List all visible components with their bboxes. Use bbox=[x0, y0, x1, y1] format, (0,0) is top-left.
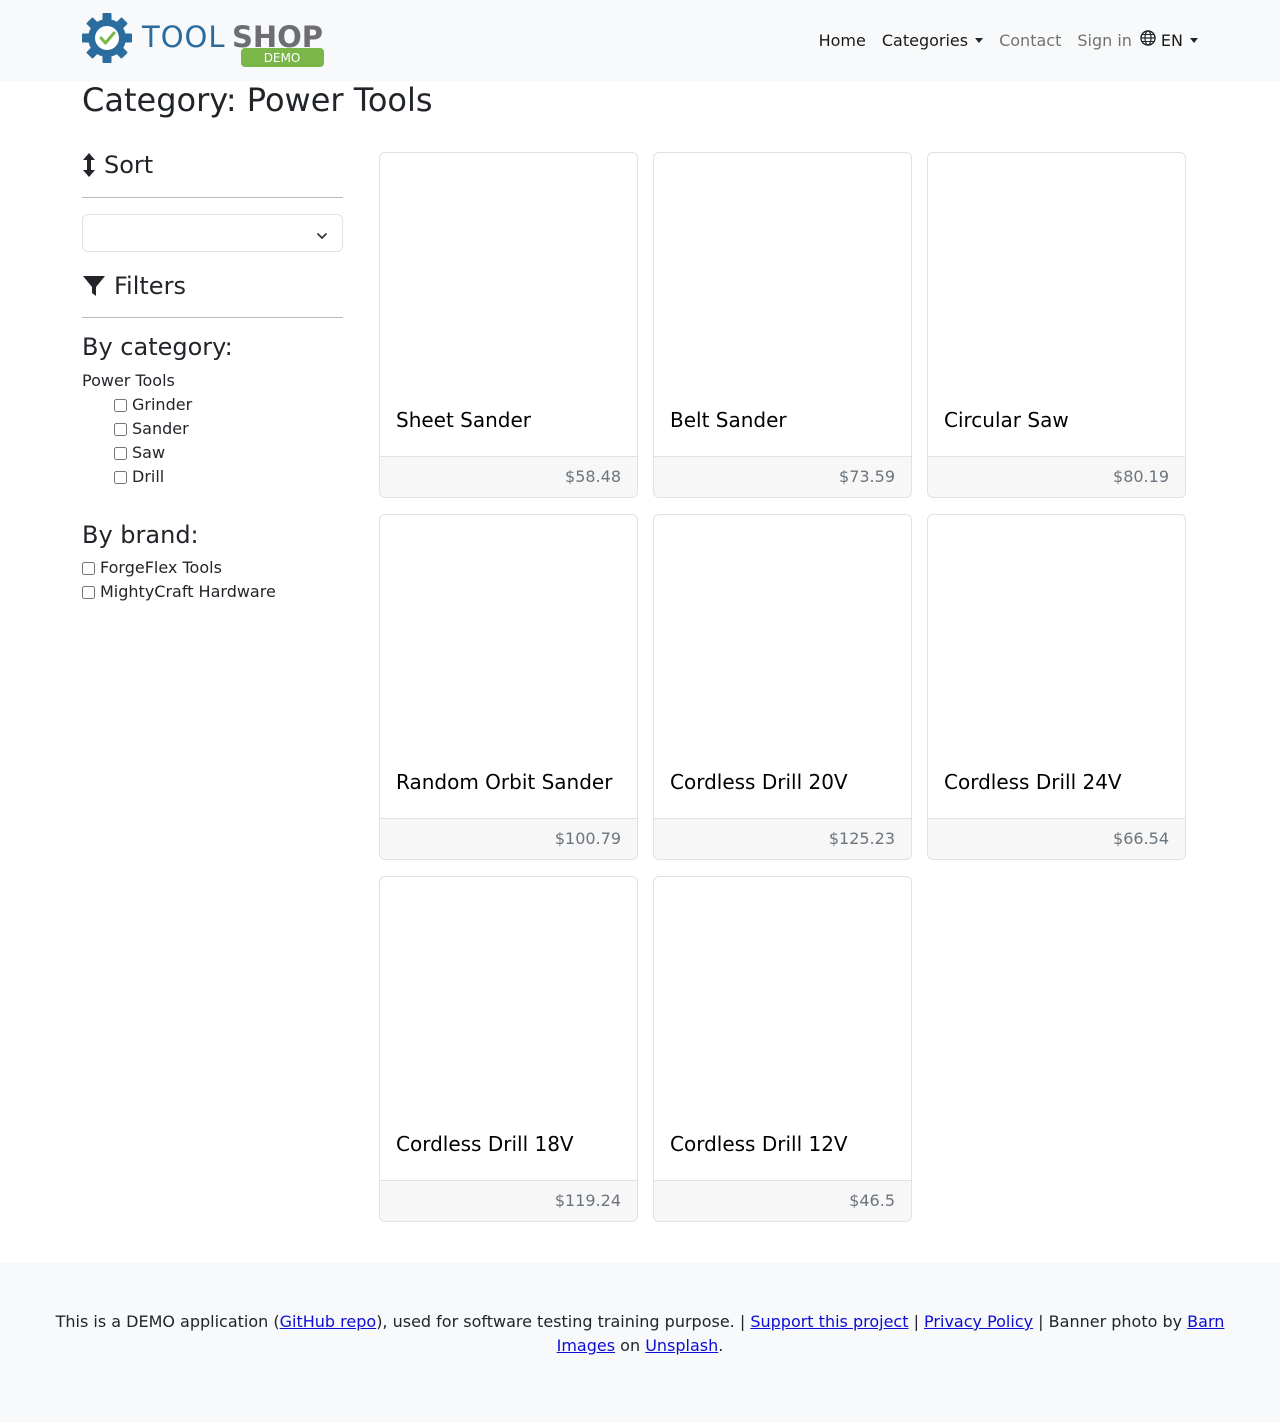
svg-text:DEMO: DEMO bbox=[264, 51, 301, 65]
support-project-link[interactable]: Support this project bbox=[750, 1312, 908, 1331]
main-nav: Home Categories Contact Sign in EN bbox=[803, 30, 1198, 50]
footer-text-segment: on bbox=[615, 1336, 646, 1355]
brand-checkbox[interactable] bbox=[82, 585, 95, 599]
footer: This is a DEMO application (GitHub repo)… bbox=[0, 1263, 1280, 1423]
product-price: $80.19 bbox=[928, 456, 1185, 497]
product-name: Circular Saw bbox=[944, 408, 1069, 432]
footer-text: This is a DEMO application (GitHub repo)… bbox=[40, 1310, 1240, 1358]
divider bbox=[82, 317, 343, 318]
sort-heading: Sort bbox=[82, 145, 343, 185]
product-card[interactable]: Cordless Drill 20V $125.23 bbox=[653, 514, 912, 860]
nav-sign-in-link[interactable]: Sign in bbox=[1077, 31, 1132, 50]
footer-text-segment: . bbox=[718, 1336, 724, 1355]
caret-down-icon bbox=[1190, 37, 1198, 43]
product-card[interactable]: Random Orbit Sander $100.79 bbox=[379, 514, 638, 860]
caret-down-icon bbox=[975, 37, 984, 43]
category-filter-label: Saw bbox=[132, 443, 166, 462]
product-card[interactable]: Cordless Drill 18V $119.24 bbox=[379, 876, 638, 1222]
brand-filter-label: ForgeFlex Tools bbox=[100, 558, 222, 577]
product-image bbox=[928, 515, 1185, 755]
page-title: Category: Power Tools bbox=[82, 81, 433, 119]
footer-text-segment: This is a DEMO application ( bbox=[55, 1312, 280, 1331]
product-image bbox=[928, 153, 1185, 393]
sort-arrows-icon bbox=[82, 152, 96, 178]
category-filter-saw[interactable]: Saw bbox=[82, 441, 343, 465]
category-filter-sander[interactable]: Sander bbox=[82, 417, 343, 441]
brand-filter-label: MightyCraft Hardware bbox=[100, 582, 276, 601]
category-checkbox[interactable] bbox=[114, 398, 127, 412]
by-brand-heading: By brand: bbox=[82, 521, 199, 549]
sort-select[interactable] bbox=[82, 214, 343, 252]
filters-heading-label: Filters bbox=[114, 272, 186, 300]
product-price: $119.24 bbox=[380, 1180, 637, 1221]
language-label: EN bbox=[1160, 30, 1183, 50]
product-name: Sheet Sander bbox=[396, 408, 532, 432]
product-card[interactable]: Circular Saw $80.19 bbox=[927, 152, 1186, 498]
product-card[interactable]: Sheet Sander $58.48 bbox=[379, 152, 638, 498]
product-image bbox=[380, 153, 637, 393]
footer-text-segment: | Banner photo by bbox=[1033, 1312, 1188, 1331]
brand-filter-mightycraft-hardware[interactable]: MightyCraft Hardware bbox=[82, 580, 343, 604]
brand-checkbox[interactable] bbox=[82, 561, 95, 575]
product-image bbox=[654, 153, 911, 393]
category-root-label: Power Tools bbox=[82, 371, 175, 390]
category-checkbox[interactable] bbox=[114, 422, 127, 436]
nav-home-link[interactable]: Home bbox=[819, 31, 866, 50]
product-image bbox=[380, 877, 637, 1117]
category-filter-list: Grinder Sander Saw Drill bbox=[82, 393, 343, 489]
globe-icon bbox=[1140, 30, 1156, 50]
product-image bbox=[380, 515, 637, 755]
divider bbox=[82, 197, 343, 198]
footer-text-segment: | bbox=[908, 1312, 925, 1331]
by-category-heading: By category: bbox=[82, 333, 233, 361]
chevron-down-icon bbox=[316, 227, 328, 246]
privacy-policy-link[interactable]: Privacy Policy bbox=[924, 1312, 1033, 1331]
unsplash-link[interactable]: Unsplash bbox=[645, 1336, 718, 1355]
brand-filter-forgeflex-tools[interactable]: ForgeFlex Tools bbox=[82, 556, 343, 580]
product-price: $46.5 bbox=[654, 1180, 911, 1221]
category-filter-grinder[interactable]: Grinder bbox=[82, 393, 343, 417]
product-name: Cordless Drill 24V bbox=[944, 770, 1122, 794]
product-price: $125.23 bbox=[654, 818, 911, 859]
product-image bbox=[654, 877, 911, 1117]
category-filter-label: Grinder bbox=[132, 395, 193, 414]
product-image bbox=[654, 515, 911, 755]
footer-text-segment: ), used for software testing training pu… bbox=[376, 1312, 751, 1331]
category-checkbox[interactable] bbox=[114, 470, 127, 484]
product-name: Belt Sander bbox=[670, 408, 787, 432]
funnel-icon bbox=[82, 274, 106, 298]
product-price: $58.48 bbox=[380, 456, 637, 497]
product-card[interactable]: Cordless Drill 12V $46.5 bbox=[653, 876, 912, 1222]
gear-icon bbox=[82, 13, 132, 63]
product-card[interactable]: Belt Sander $73.59 bbox=[653, 152, 912, 498]
category-checkbox[interactable] bbox=[114, 446, 127, 460]
nav-categories-label: Categories bbox=[881, 30, 969, 50]
product-price: $66.54 bbox=[928, 818, 1185, 859]
nav-contact-link[interactable]: Contact bbox=[999, 31, 1061, 50]
product-price: $73.59 bbox=[654, 456, 911, 497]
category-filter-label: Drill bbox=[132, 467, 165, 486]
nav-categories-dropdown[interactable]: Categories bbox=[881, 30, 984, 50]
product-price: $100.79 bbox=[380, 818, 637, 859]
filters-sidebar: Sort Filters By category: Power Tools Gr… bbox=[82, 145, 343, 604]
navbar: TOOL SHOP DEMO Home Categories Contact S… bbox=[0, 0, 1280, 81]
svg-text:TOOL: TOOL bbox=[141, 20, 226, 54]
product-name: Cordless Drill 20V bbox=[670, 770, 848, 794]
toolshop-logo[interactable]: TOOL SHOP DEMO bbox=[82, 12, 332, 68]
sort-heading-label: Sort bbox=[104, 151, 154, 179]
language-dropdown[interactable]: EN bbox=[1140, 30, 1198, 50]
product-name: Random Orbit Sander bbox=[396, 770, 613, 794]
category-filter-drill[interactable]: Drill bbox=[82, 465, 343, 489]
brand-filter-list: ForgeFlex Tools MightyCraft Hardware bbox=[82, 556, 343, 604]
product-name: Cordless Drill 12V bbox=[670, 1132, 848, 1156]
product-name: Cordless Drill 18V bbox=[396, 1132, 574, 1156]
filters-heading: Filters bbox=[82, 266, 343, 306]
category-filter-label: Sander bbox=[132, 419, 189, 438]
product-card[interactable]: Cordless Drill 24V $66.54 bbox=[927, 514, 1186, 860]
github-repo-link[interactable]: GitHub repo bbox=[280, 1312, 377, 1331]
